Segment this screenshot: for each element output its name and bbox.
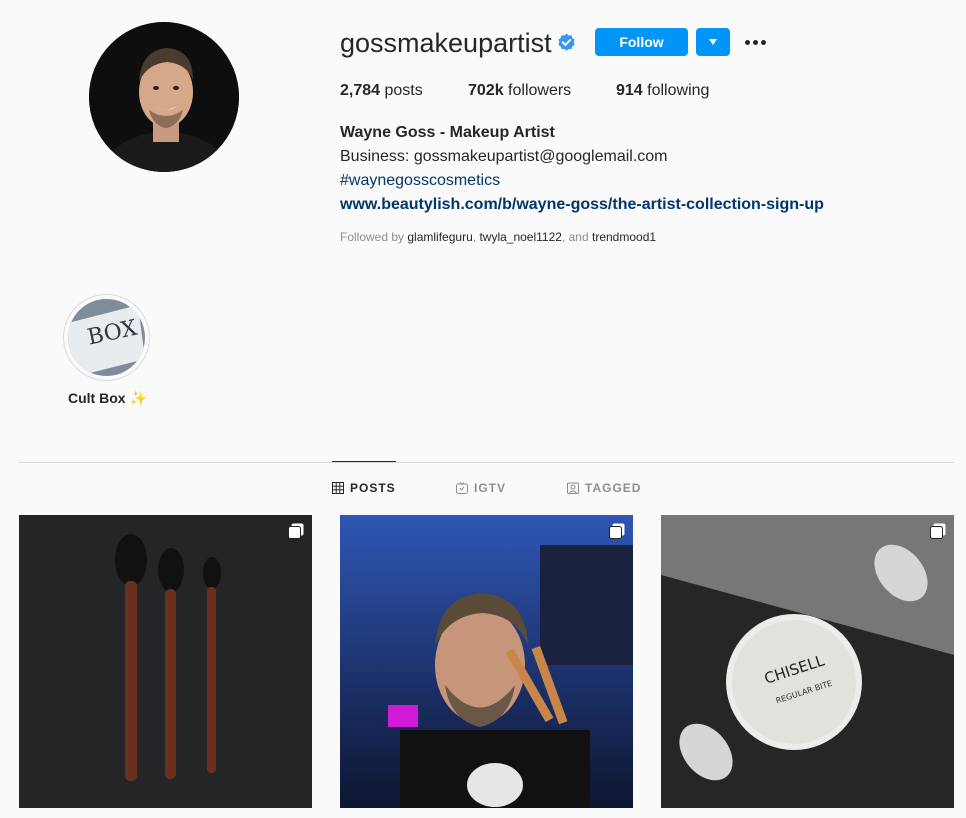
tab-tagged-label: TAGGED	[585, 481, 642, 495]
tab-igtv[interactable]: IGTV	[456, 481, 506, 495]
post-tile[interactable]: CHISELL REGULAR BITE	[661, 515, 954, 808]
highlight-cover: BOX	[68, 299, 145, 376]
following-link[interactable]: 914 following	[616, 82, 709, 100]
post-tile[interactable]	[19, 515, 312, 808]
followed-by-prefix: Followed by	[340, 230, 405, 244]
post-image-brushes	[19, 515, 312, 808]
tabs-divider	[19, 462, 954, 463]
tab-igtv-label: IGTV	[474, 481, 507, 495]
story-highlight[interactable]: BOX	[63, 294, 150, 381]
multiple-photos-icon	[288, 523, 304, 539]
tab-posts[interactable]: POSTS	[332, 481, 396, 495]
dot-icon	[760, 39, 766, 45]
post-image-compact: CHISELL REGULAR BITE	[661, 515, 954, 808]
posts-count-label: posts	[384, 82, 423, 99]
followed-by-user-link[interactable]: trendmood1	[592, 230, 656, 244]
verified-badge-icon	[558, 33, 575, 51]
profile-username: gossmakeupartist	[340, 28, 552, 58]
post-tile[interactable]	[340, 515, 633, 808]
followed-by-line: Followed by glamlifeguru, twyla_noel1122…	[340, 230, 656, 244]
tab-posts-label: POSTS	[350, 481, 396, 495]
highlight-label: Cult Box ✨	[68, 390, 147, 406]
grid-icon	[332, 482, 344, 494]
avatar-photo	[89, 22, 239, 172]
multiple-photos-icon	[930, 523, 946, 539]
followers-link[interactable]: 702k followers	[468, 82, 571, 100]
dot-icon	[752, 39, 758, 45]
tab-tagged[interactable]: TAGGED	[567, 481, 641, 495]
following-count-value: 914	[616, 82, 643, 99]
followers-count-label: followers	[508, 82, 572, 99]
followed-by-separator: ,	[472, 230, 477, 244]
posts-count: 2,784 posts	[340, 82, 423, 100]
bio-hashtag-link[interactable]: #waynegosscosmetics	[340, 172, 500, 190]
profile-website-link[interactable]: www.beautylish.com/b/wayne-goss/the-arti…	[340, 196, 824, 214]
suggestions-dropdown-button[interactable]	[696, 28, 730, 56]
followers-count-value: 702k	[468, 82, 504, 99]
follow-button[interactable]: Follow	[595, 28, 688, 56]
igtv-icon	[456, 482, 468, 494]
highlight-cover-image: BOX	[68, 299, 145, 376]
posts-count-value: 2,784	[340, 82, 381, 99]
dot-icon	[744, 39, 750, 45]
post-image-selfie	[340, 515, 633, 808]
followed-by-separator: , and	[561, 230, 589, 244]
multiple-photos-icon	[609, 523, 625, 539]
tagged-icon	[567, 482, 579, 494]
caret-down-icon	[709, 39, 717, 45]
bio-business-email: Business: gossmakeupartist@googlemail.co…	[340, 148, 668, 165]
active-tab-indicator	[332, 461, 396, 462]
profile-full-name: Wayne Goss - Makeup Artist	[340, 124, 555, 141]
more-options-button[interactable]	[742, 31, 768, 53]
profile-avatar[interactable]	[89, 22, 239, 172]
followed-by-user-link[interactable]: glamlifeguru	[407, 230, 472, 244]
followed-by-user-link[interactable]: twyla_noel1122	[479, 230, 562, 244]
following-count-label: following	[647, 82, 710, 99]
